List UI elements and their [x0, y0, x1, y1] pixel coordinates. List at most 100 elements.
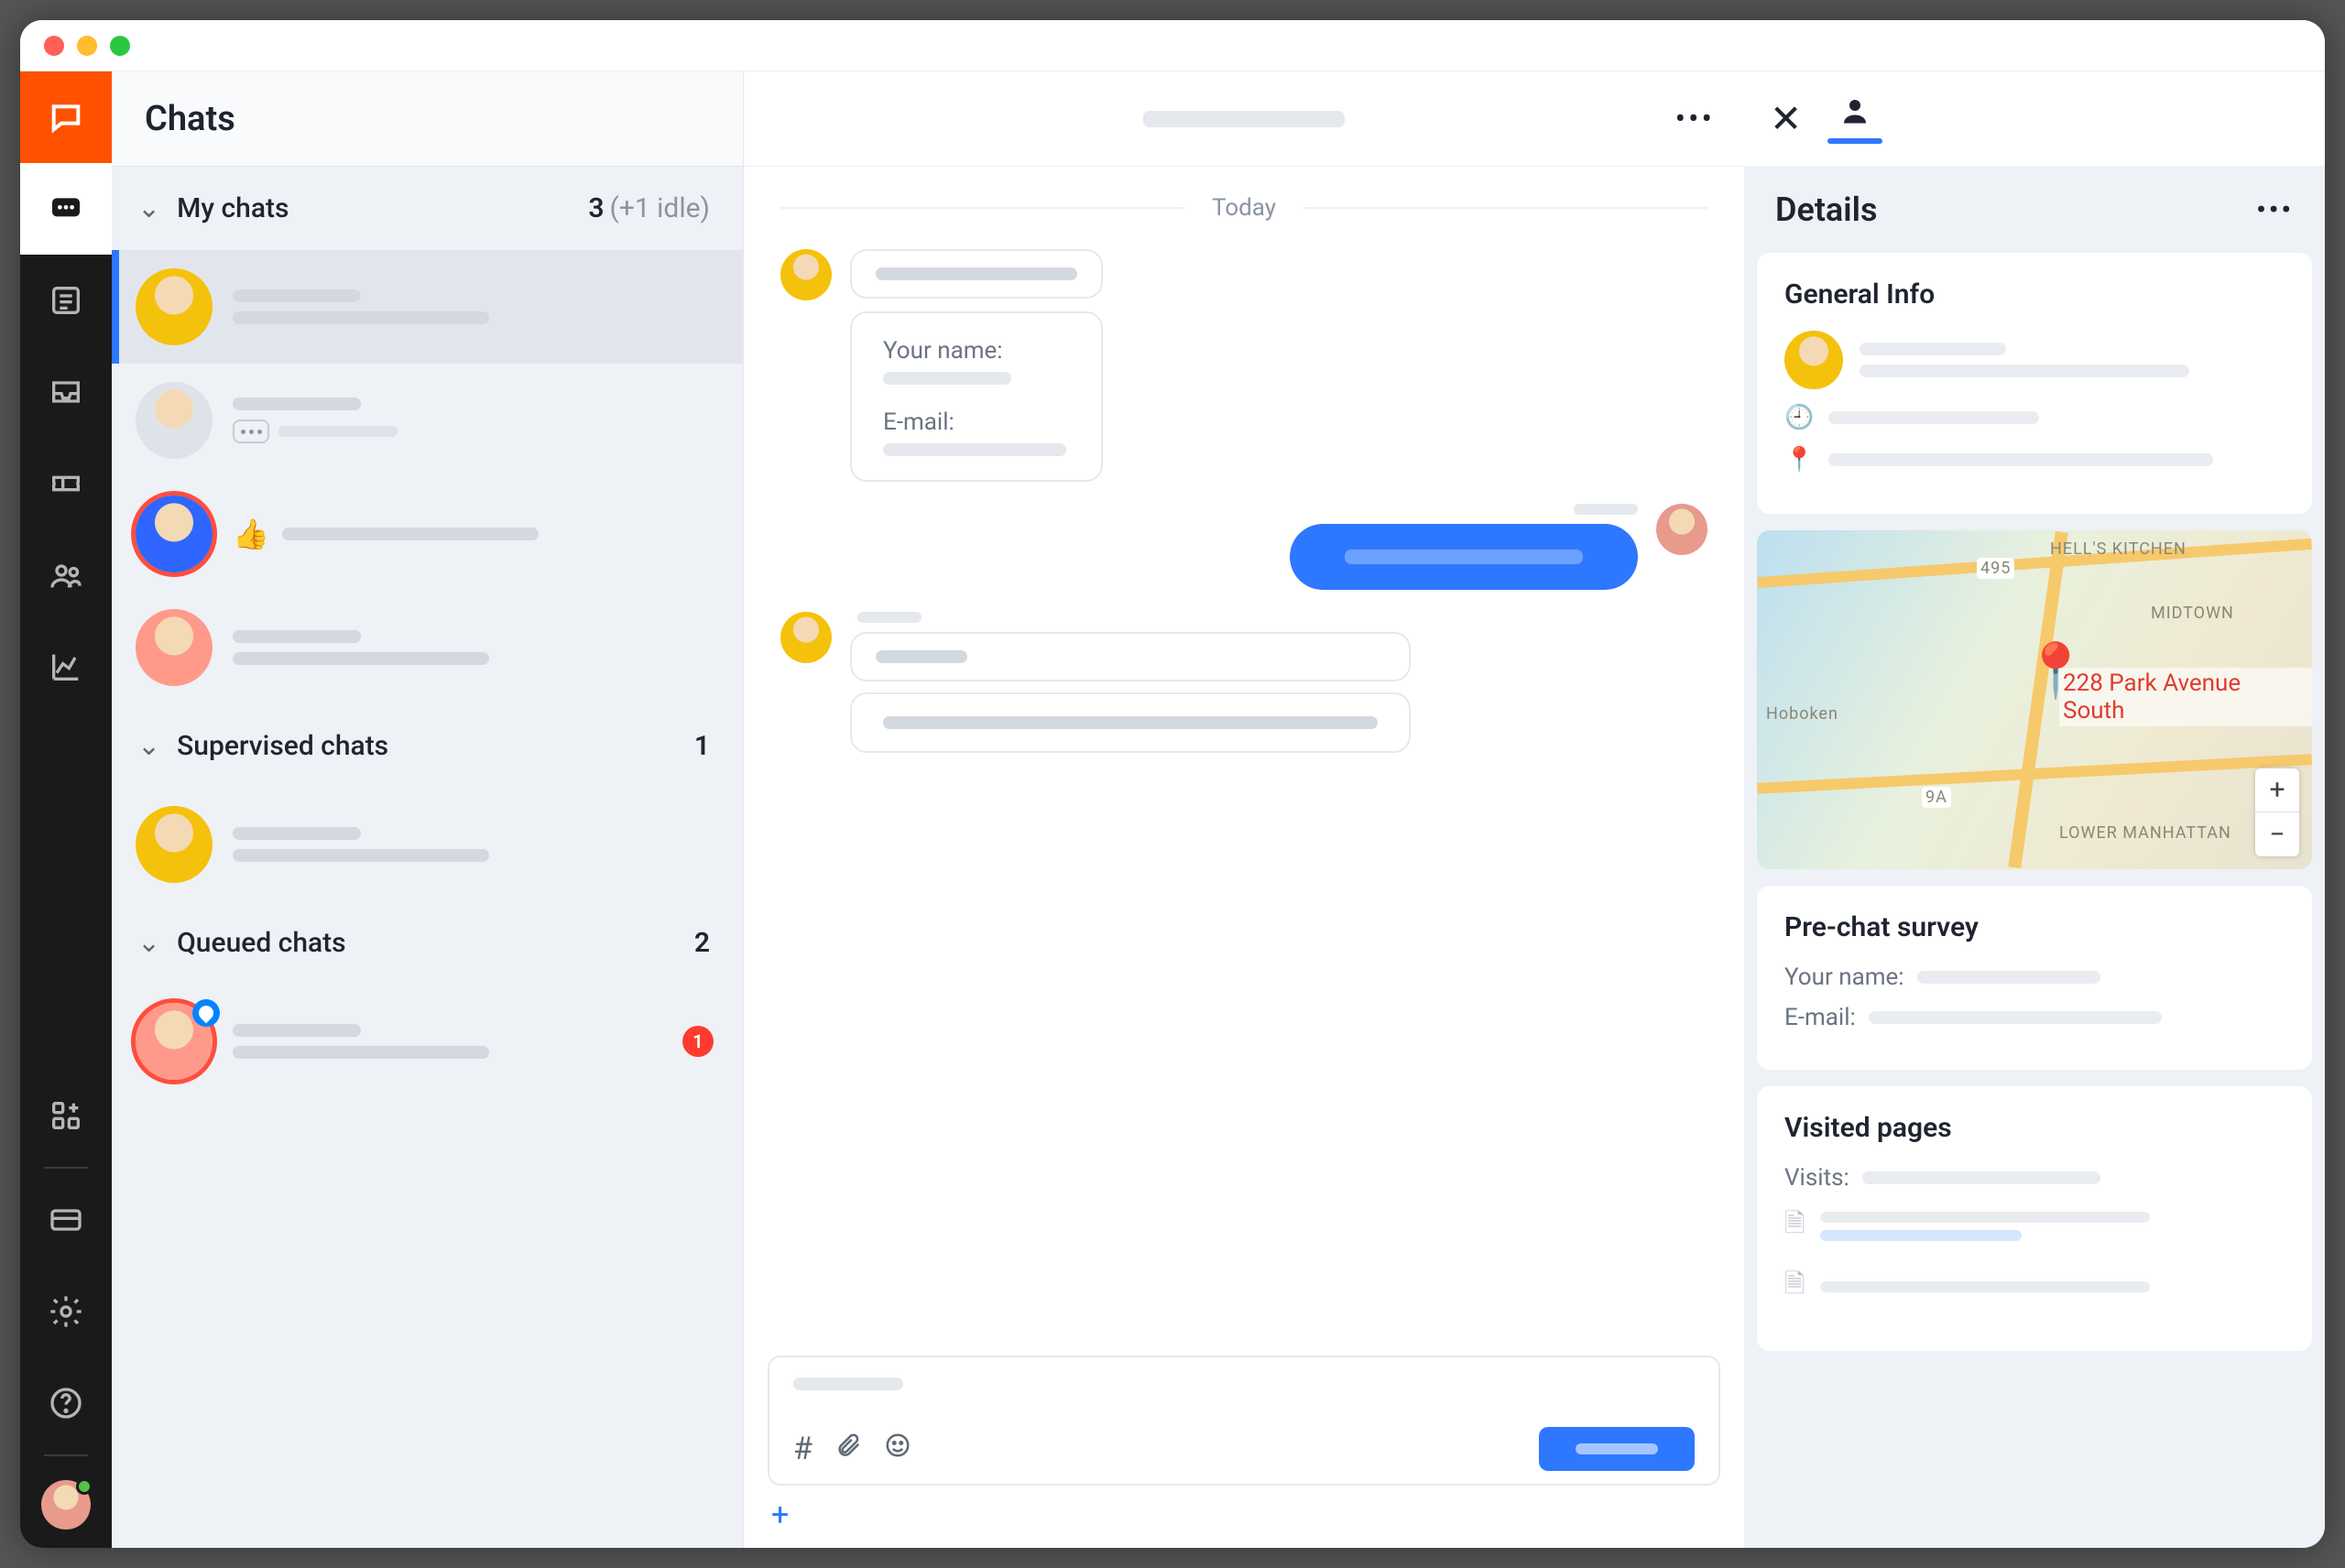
composer-placeholder — [793, 1377, 903, 1390]
visited-page-row[interactable]: 🗎 — [1784, 1204, 2285, 1248]
map-zoom: + − — [2255, 768, 2299, 856]
card-title: Pre-chat survey — [1784, 911, 2285, 943]
details-title: Details — [1775, 191, 1877, 229]
section-my-chats[interactable]: ⌄ My chats 3 (+1 idle) — [112, 167, 743, 250]
chat-item[interactable] — [112, 250, 743, 364]
survey-name-label: Your name: — [1784, 964, 1904, 991]
rail-divider — [44, 1167, 88, 1169]
card-title: Visited pages — [1784, 1112, 2285, 1144]
details-title-row: Details ••• — [1744, 167, 2325, 253]
card-title: General Info — [1784, 278, 2285, 310]
map-label: HELL'S KITCHEN — [2050, 539, 2187, 559]
nav-people[interactable] — [20, 529, 112, 621]
conversation-scroll[interactable]: Today Your name: E-mail: — [744, 167, 1744, 1356]
send-button[interactable] — [1539, 1427, 1695, 1471]
form-email-label: E-mail: — [883, 408, 1070, 436]
map-label: MIDTOWN — [2151, 604, 2234, 623]
map-route: 9A — [1922, 787, 1951, 808]
chat-item[interactable] — [112, 591, 743, 704]
nav-apps[interactable] — [20, 1070, 112, 1161]
nav-billing[interactable] — [20, 1174, 112, 1266]
maximize-window-icon[interactable] — [110, 36, 130, 56]
tab-customer[interactable] — [1827, 94, 1882, 144]
map-address: 228 Park Avenue South — [2059, 668, 2312, 726]
avatar — [1784, 331, 1843, 389]
card-visited-pages: Visited pages Visits: 🗎 🗎 — [1757, 1086, 2312, 1351]
chat-item[interactable]: 1 — [112, 985, 743, 1098]
nav-inbox[interactable] — [20, 346, 112, 438]
section-supervised[interactable]: ⌄ Supervised chats 1 — [112, 704, 743, 788]
section-idle: (+1 idle) — [610, 192, 710, 224]
nav-settings[interactable] — [20, 1266, 112, 1357]
section-queued[interactable]: ⌄ Queued chats 2 — [112, 901, 743, 985]
timestamp-placeholder — [1574, 504, 1638, 515]
page-icon: 🗎 — [1784, 1204, 1805, 1248]
typing-indicator-icon — [233, 419, 269, 443]
card-prechat-survey: Pre-chat survey Your name: E-mail: — [1757, 886, 2312, 1070]
chat-item[interactable] — [112, 788, 743, 901]
avatar — [136, 609, 213, 686]
message-incoming — [780, 612, 1707, 753]
unread-badge: 1 — [682, 1026, 714, 1057]
nav-ticket[interactable] — [20, 438, 112, 529]
timestamp-placeholder — [857, 612, 922, 623]
conversation-header: ••• — [744, 71, 1744, 167]
emoji-icon[interactable] — [884, 1431, 911, 1467]
thumbs-up-icon: 👍 — [233, 517, 269, 551]
status-online-icon — [76, 1478, 93, 1495]
clock-icon: 🕘 — [1784, 404, 1812, 431]
avatar — [136, 806, 213, 883]
pin-icon: 📍 — [1784, 446, 1812, 474]
brand-logo[interactable] — [20, 71, 112, 163]
avatar — [1656, 504, 1707, 555]
visits-label: Visits: — [1784, 1164, 1849, 1192]
conversation-title-placeholder — [1143, 111, 1345, 127]
card-general-info: General Info 🕘 📍 — [1757, 253, 2312, 514]
map-label: Hoboken — [1766, 704, 1838, 724]
chat-item[interactable]: 👍 — [112, 477, 743, 591]
message-bubble — [850, 249, 1103, 299]
close-icon[interactable]: ✕ — [1770, 96, 1802, 142]
message-composer[interactable]: # — [768, 1356, 1720, 1486]
chatlist-header: Chats — [112, 71, 743, 167]
rail-divider — [44, 1454, 88, 1456]
details-tabs: ✕ — [1744, 71, 2325, 167]
more-icon[interactable]: ••• — [1675, 101, 1715, 137]
message-bubble — [850, 692, 1411, 753]
message-bubble — [850, 632, 1411, 681]
attachment-icon[interactable] — [834, 1431, 862, 1467]
map-route: 495 — [1977, 558, 2014, 579]
nav-help[interactable] — [20, 1357, 112, 1449]
nav-rail — [20, 71, 112, 1548]
app-window: Chats ⌄ My chats 3 (+1 idle) — [20, 20, 2325, 1548]
message-incoming: Your name: E-mail: — [780, 249, 1707, 482]
current-user-avatar[interactable] — [41, 1480, 91, 1530]
section-count: 2 — [694, 927, 710, 959]
section-label: Supervised chats — [177, 730, 388, 762]
zoom-in-button[interactable]: + — [2255, 768, 2299, 812]
day-separator: Today — [780, 194, 1707, 222]
section-label: My chats — [177, 192, 289, 224]
section-count: 1 — [694, 730, 710, 762]
messenger-icon — [192, 999, 220, 1027]
location-map[interactable]: HELL'S KITCHEN MIDTOWN Hoboken LOWER MAN… — [1757, 530, 2312, 869]
add-tab-button[interactable]: + — [744, 1497, 1744, 1548]
form-name-label: Your name: — [883, 337, 1070, 365]
more-icon[interactable]: ••• — [2256, 194, 2294, 226]
avatar — [780, 249, 832, 300]
close-window-icon[interactable] — [44, 36, 64, 56]
zoom-out-button[interactable]: − — [2255, 812, 2299, 856]
app-body: Chats ⌄ My chats 3 (+1 idle) — [20, 71, 2325, 1548]
avatar — [780, 612, 832, 663]
visited-page-row[interactable]: 🗎 — [1784, 1265, 2285, 1309]
map-label: LOWER MANHATTAN — [2059, 823, 2231, 843]
titlebar — [20, 20, 2325, 71]
minimize-window-icon[interactable] — [77, 36, 97, 56]
nav-analytics[interactable] — [20, 621, 112, 713]
chat-item[interactable] — [112, 364, 743, 477]
nav-chats[interactable] — [20, 163, 112, 255]
nav-list[interactable] — [20, 255, 112, 346]
details-panel: ✕ Details ••• General Info 🕘 — [1744, 71, 2325, 1548]
hash-icon[interactable]: # — [793, 1431, 813, 1467]
chatlist-panel: Chats ⌄ My chats 3 (+1 idle) — [112, 71, 744, 1548]
